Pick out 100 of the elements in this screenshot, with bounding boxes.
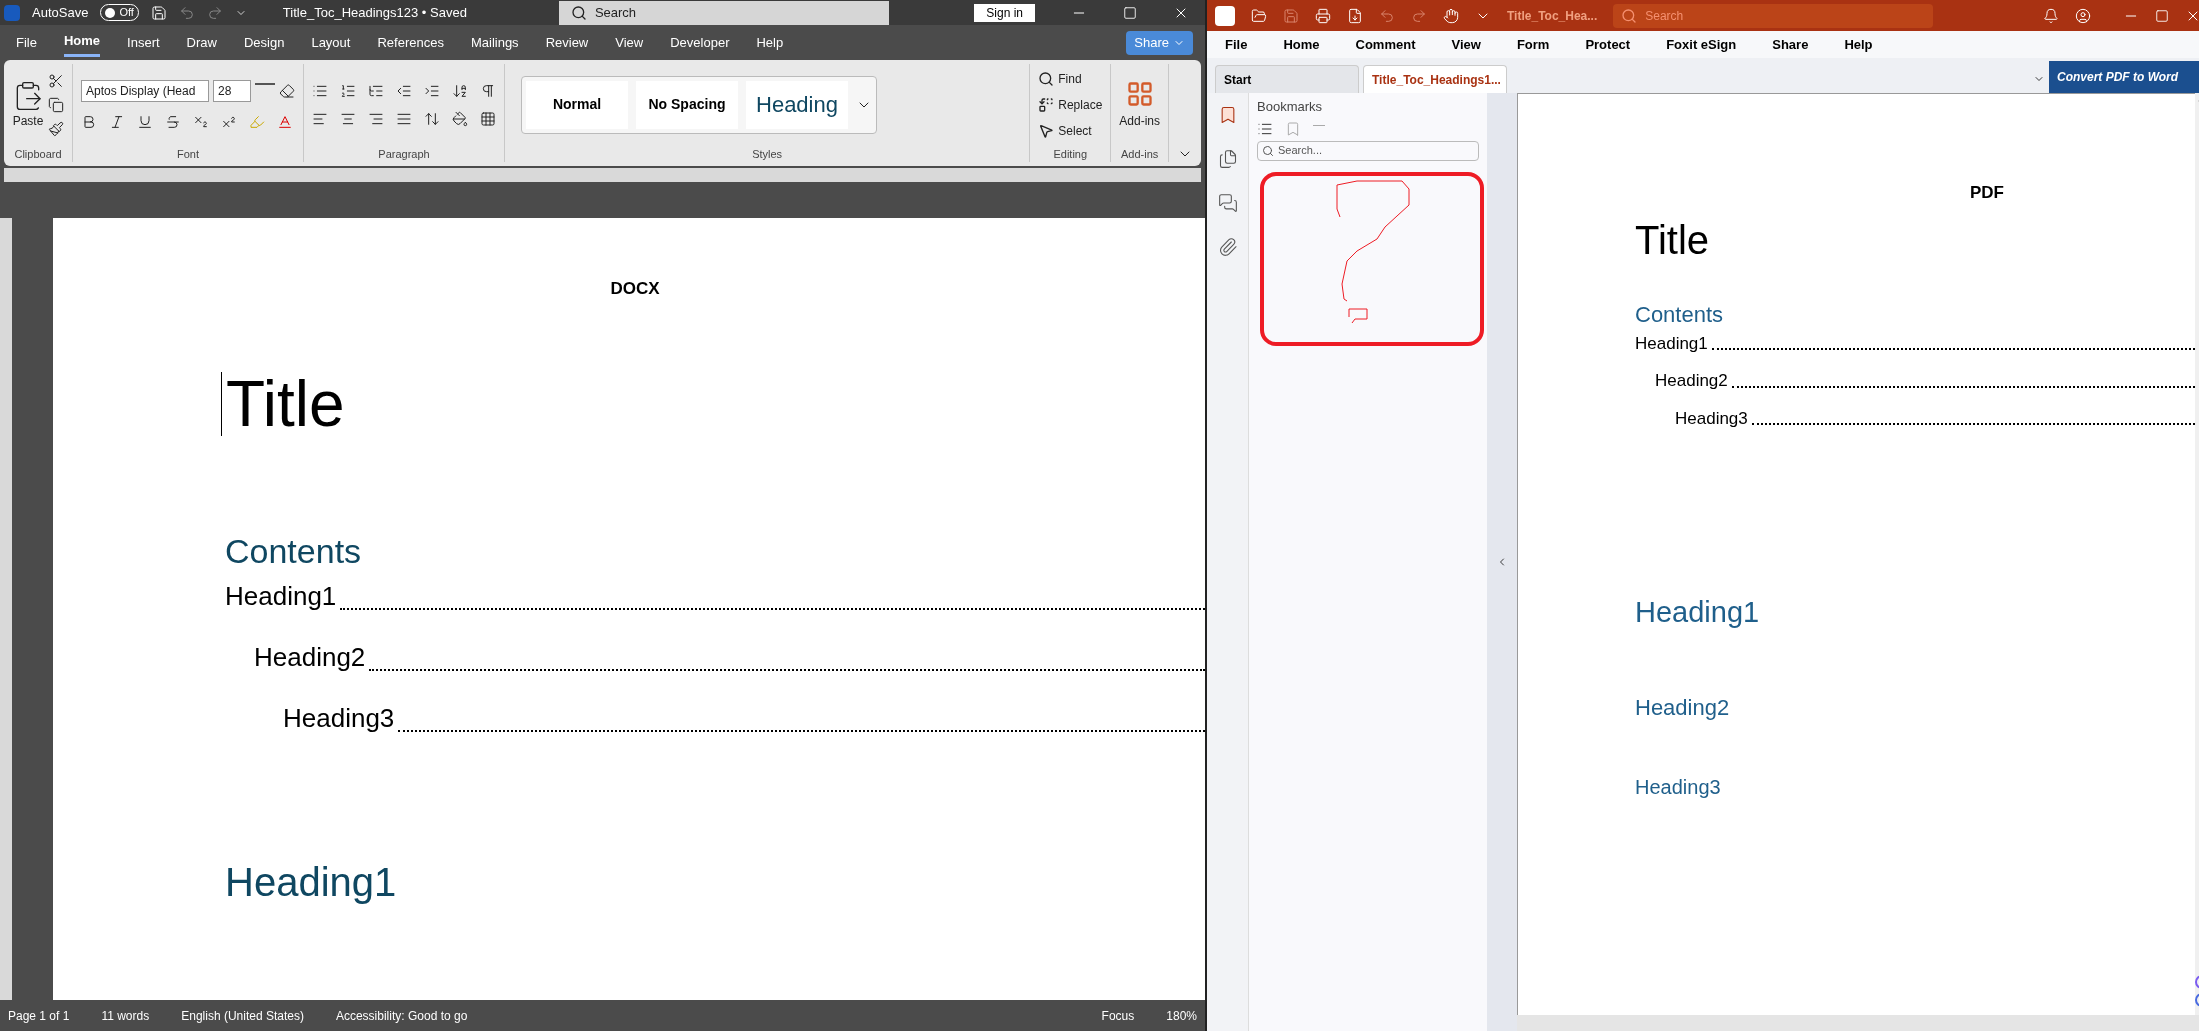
print-icon[interactable] xyxy=(1315,7,1331,24)
heading-text: Heading1 xyxy=(1635,595,1761,630)
numbering-icon[interactable] xyxy=(340,82,356,99)
menu-tab[interactable]: View xyxy=(1451,34,1481,55)
status-text[interactable]: Page 1 of 1 xyxy=(8,1006,70,1025)
menu-tab[interactable]: Form xyxy=(1516,34,1550,55)
font-size-field[interactable]: 28 xyxy=(213,79,251,102)
bell-icon[interactable] xyxy=(2043,7,2059,24)
menu-tab[interactable]: Design xyxy=(243,28,285,57)
undo-icon[interactable] xyxy=(178,4,195,21)
group-label: Clipboard xyxy=(13,146,63,162)
copy-icon[interactable] xyxy=(48,96,64,113)
bold-icon[interactable] xyxy=(81,113,97,130)
select-button[interactable]: Select xyxy=(1038,121,1103,140)
paste-button[interactable]: Paste xyxy=(12,79,44,130)
toc-entry[interactable]: Heading1 xyxy=(225,576,337,616)
group-label: Paragraph xyxy=(377,146,431,162)
font-color-icon[interactable] xyxy=(277,113,293,130)
menu-tab[interactable]: Help xyxy=(1844,34,1873,55)
search-field[interactable]: Search xyxy=(558,0,889,25)
status-text[interactable]: English (United States) xyxy=(181,1006,304,1025)
italic-icon[interactable] xyxy=(109,113,125,130)
menu-tab[interactable]: Comment xyxy=(1355,34,1416,55)
clear-format-icon[interactable] xyxy=(279,82,295,99)
menu-tab[interactable]: Mailings xyxy=(470,28,519,57)
menu-tab[interactable]: View xyxy=(615,28,644,57)
shading-icon[interactable] xyxy=(452,110,468,127)
contents-heading: Contents xyxy=(225,530,363,572)
sort-icon[interactable] xyxy=(452,82,468,99)
status-text[interactable]: 180% xyxy=(1166,1006,1197,1025)
menu-tab[interactable]: References xyxy=(377,28,444,57)
group-label: Font xyxy=(176,146,200,162)
heading-text: Heading3 xyxy=(1635,774,1722,800)
sign-in-button[interactable]: Sign in xyxy=(974,3,1035,22)
menu-tab[interactable]: Developer xyxy=(670,28,730,57)
pilcrow-icon[interactable] xyxy=(480,82,496,99)
strikethrough-icon[interactable] xyxy=(165,113,181,130)
toc-entry[interactable]: Heading2 xyxy=(1655,368,1728,394)
search-field[interactable]: Search... xyxy=(1257,140,1479,161)
menu-tab[interactable]: Home xyxy=(1283,34,1320,55)
add-ins-button[interactable]: Add-ins xyxy=(1119,79,1160,130)
font-name-field[interactable]: Aptos Display (Head xyxy=(81,79,209,102)
menu-tab[interactable]: Draw xyxy=(186,28,217,57)
autosave-label: AutoSave xyxy=(32,3,89,22)
document-tab[interactable]: Start xyxy=(1215,65,1359,93)
replace-icon xyxy=(1038,96,1055,113)
comments-icon[interactable] xyxy=(1217,193,1238,213)
menu-tab[interactable]: File xyxy=(16,28,37,57)
pointer-icon xyxy=(1038,122,1055,139)
search-icon xyxy=(1621,7,1638,24)
underline-icon[interactable] xyxy=(137,113,153,130)
line-spacing-icon[interactable] xyxy=(424,110,440,127)
menu-tab[interactable]: Home xyxy=(63,28,101,57)
toc-entry[interactable]: Heading2 xyxy=(254,637,366,677)
cut-icon[interactable] xyxy=(48,72,64,89)
contents-heading: Contents xyxy=(1635,300,1725,329)
file-icon[interactable] xyxy=(1347,7,1363,24)
pages-icon[interactable] xyxy=(1217,149,1238,169)
find-button[interactable]: Find xyxy=(1038,69,1103,88)
document-title[interactable]: Title_Toc_Headings123 • Saved xyxy=(282,2,467,23)
status-text[interactable]: 11 words xyxy=(101,1006,150,1025)
maximize-icon[interactable] xyxy=(2155,8,2169,23)
menu-tab[interactable]: Insert xyxy=(127,28,160,57)
group-label: Editing xyxy=(1052,146,1089,162)
style-button[interactable]: No Spacing xyxy=(636,80,738,129)
share-button[interactable]: Share xyxy=(1126,30,1193,55)
status-text[interactable]: Accessibility: Good to go xyxy=(335,1006,468,1025)
hand-icon[interactable] xyxy=(1443,7,1459,24)
folder-icon[interactable] xyxy=(1251,7,1267,24)
style-button[interactable]: Heading xyxy=(746,80,848,129)
user-icon[interactable] xyxy=(2075,7,2091,24)
menu-tab[interactable]: File xyxy=(1225,34,1248,55)
page-title: Title xyxy=(1635,216,1711,264)
word-logo-icon xyxy=(4,4,20,21)
document-tab[interactable]: Title_Toc_Headings1... xyxy=(1363,65,1507,93)
menu-tab[interactable]: Review xyxy=(545,28,589,57)
toc-entry[interactable]: Heading1 xyxy=(1635,330,1708,356)
menu-tab[interactable]: Share xyxy=(1772,34,1809,55)
style-button[interactable]: Normal xyxy=(526,80,628,129)
toc-entry[interactable]: Heading3 xyxy=(283,698,395,738)
group-label: Styles xyxy=(751,146,784,162)
format-painter-icon[interactable] xyxy=(48,120,64,137)
menu-tab[interactable]: Protect xyxy=(1585,34,1631,55)
toc-entry[interactable]: Heading3 xyxy=(1675,405,1748,431)
maximize-icon[interactable] xyxy=(1123,5,1137,20)
paperclip-icon[interactable] xyxy=(1217,237,1238,257)
convert-banner[interactable]: Convert PDF to Word xyxy=(2049,61,2199,93)
page-header: DOCX xyxy=(610,278,660,300)
menu-tab[interactable]: Layout xyxy=(311,28,351,57)
foxit-logo-icon xyxy=(1215,5,1235,26)
page-header: PDF xyxy=(1970,182,2005,204)
menu-tab[interactable]: Foxit eSign xyxy=(1666,34,1737,55)
borders-icon[interactable] xyxy=(480,110,496,127)
save-icon[interactable] xyxy=(150,4,167,21)
menu-tab[interactable]: Help xyxy=(756,28,784,57)
status-text[interactable]: Focus xyxy=(1101,1006,1135,1025)
panel-title: Bookmarks xyxy=(1257,98,1324,116)
replace-button[interactable]: Replace xyxy=(1038,95,1103,114)
search-icon xyxy=(570,4,587,21)
redo-icon[interactable] xyxy=(206,4,223,21)
